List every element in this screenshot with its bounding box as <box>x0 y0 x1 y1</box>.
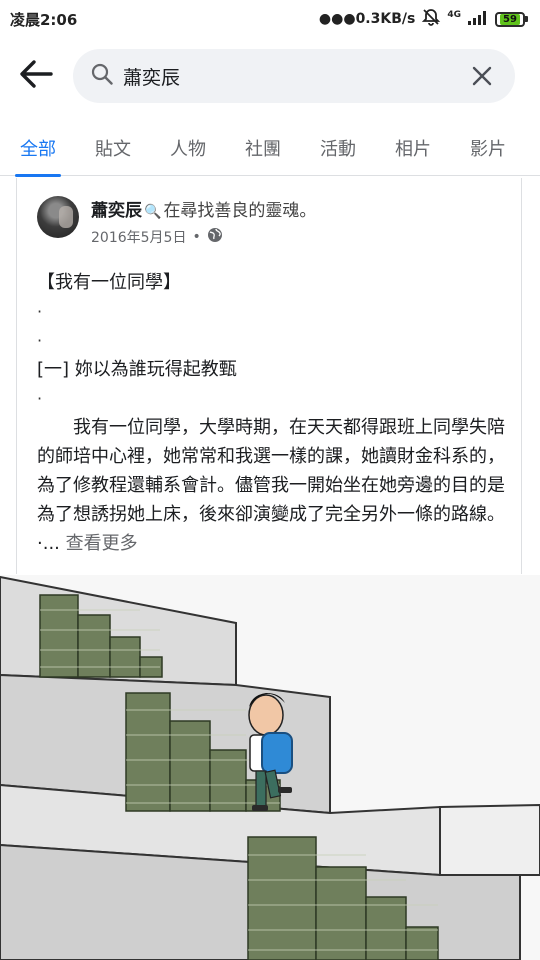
battery-icon: 59 <box>495 11 528 27</box>
post-card[interactable]: 蕭奕辰 🔍 在尋找善良的靈魂。 2016年5月5日 • 【我有一位同學】 · · [… <box>16 178 522 574</box>
post-body: 【我有一位同學】 · · [一] 妳以為誰玩得起教甄 · 我有一位同學，大學時期… <box>37 268 507 558</box>
status-bar: 凌晨2:06 ●●●0.3KB/s 4G 59 <box>0 0 540 38</box>
alarm-off-icon <box>421 7 441 31</box>
see-more-link[interactable]: 查看更多 <box>66 533 138 554</box>
globe-icon <box>207 227 223 247</box>
post-date[interactable]: 2016年5月5日 <box>91 227 186 247</box>
clear-icon <box>472 66 492 86</box>
post-author[interactable]: 蕭奕辰 <box>91 201 142 221</box>
see-more-line: ·... 查看更多 <box>37 529 507 558</box>
search-input[interactable]: 蕭奕辰 <box>123 63 467 90</box>
dot-separator: · <box>37 331 43 350</box>
post-meta: 2016年5月5日 • <box>91 227 223 247</box>
status-time: 凌晨2:06 <box>10 10 78 29</box>
dot-separator: · <box>37 389 43 408</box>
avatar[interactable] <box>37 196 79 238</box>
dot-separator: · <box>37 302 43 321</box>
post-image[interactable] <box>0 575 540 960</box>
post-header: 蕭奕辰 🔍 在尋找善良的靈魂。 <box>91 196 316 221</box>
network-type: 4G <box>447 10 461 20</box>
ellipsis: ·... <box>37 533 60 554</box>
magnifier-emoji-icon: 🔍 <box>144 204 162 220</box>
search-box[interactable]: 蕭奕辰 <box>73 49 515 103</box>
post-status: 在尋找善良的靈魂。 <box>163 201 317 221</box>
tab-photos[interactable]: 相片 <box>383 120 443 176</box>
tab-groups[interactable]: 社團 <box>233 120 293 176</box>
search-header: 蕭奕辰 <box>0 40 540 112</box>
active-tab-indicator <box>15 174 61 177</box>
meta-separator: • <box>192 229 201 245</box>
tab-posts[interactable]: 貼文 <box>83 120 143 176</box>
post-paragraph: 我有一位同學，大學時期，在天天都得跟班上同學失陪的師培中心裡，她常常和我選一樣的… <box>37 417 505 525</box>
back-button[interactable] <box>0 40 72 112</box>
search-tabs: 全部 貼文 人物 社團 活動 相片 影片 <box>0 120 540 176</box>
tab-all[interactable]: 全部 <box>8 120 68 176</box>
net-speed: ●●●0.3KB/s <box>318 11 416 27</box>
post-title: 【我有一位同學】 <box>37 272 181 293</box>
tab-events[interactable]: 活動 <box>308 120 368 176</box>
back-arrow-icon <box>19 59 53 93</box>
search-icon <box>91 63 113 89</box>
money-stairs-illustration <box>0 575 540 960</box>
tab-people[interactable]: 人物 <box>158 120 218 176</box>
status-indicators: ●●●0.3KB/s 4G 59 <box>319 7 528 31</box>
signal-icon <box>467 9 489 29</box>
post-section-heading: [一] 妳以為誰玩得起教甄 <box>37 359 237 380</box>
tab-videos[interactable]: 影片 <box>458 120 518 176</box>
clear-search-button[interactable] <box>467 61 497 91</box>
battery-level: 59 <box>500 13 520 25</box>
